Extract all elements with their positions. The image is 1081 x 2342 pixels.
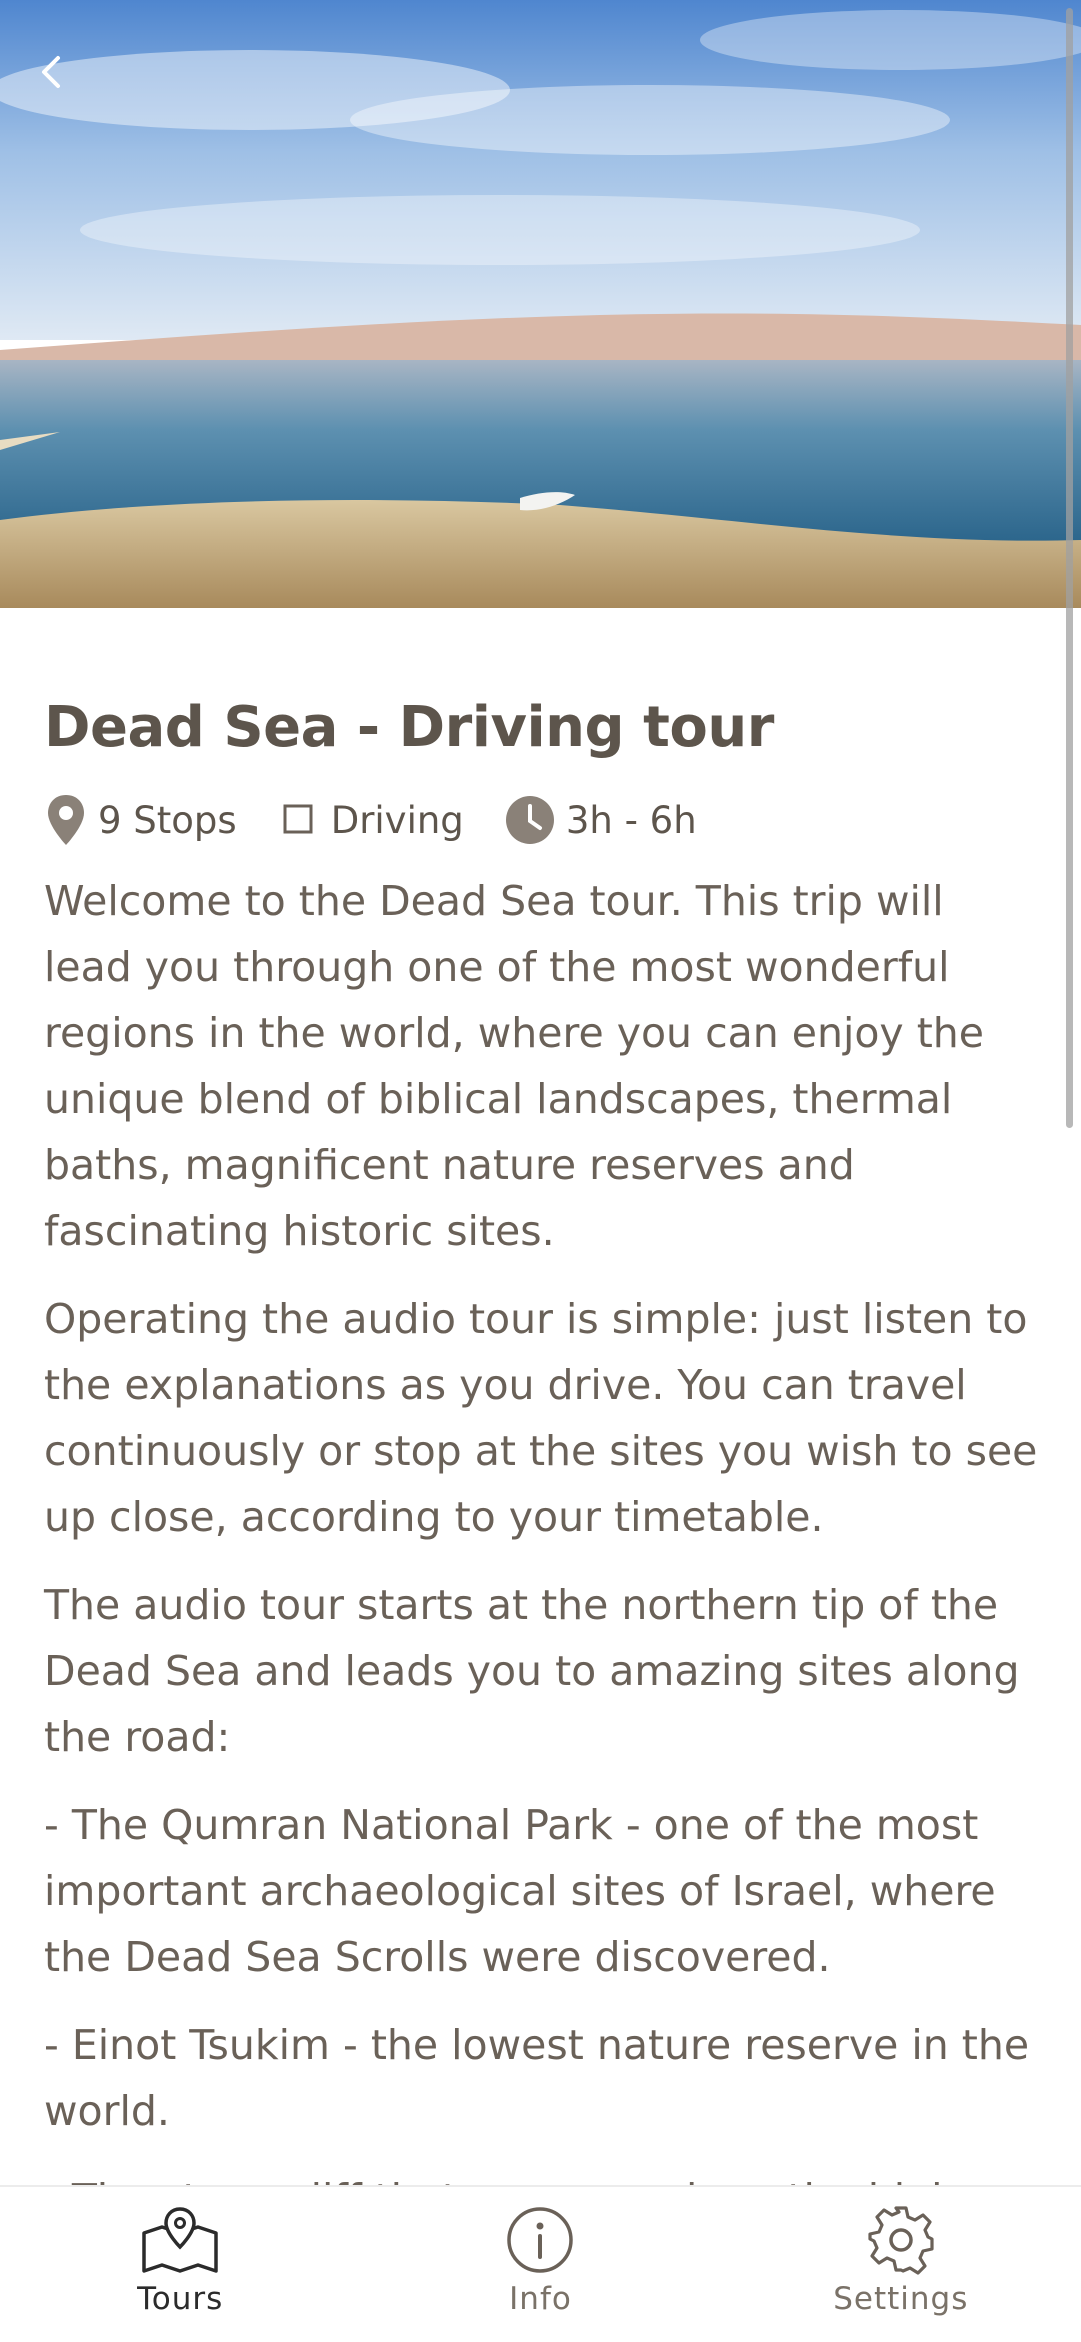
stops-count: 9 Stops [98,798,237,842]
mode-info: Driving [277,798,464,842]
description-paragraph: - Einot Tsukim - the lowest nature reser… [44,2021,1030,2135]
map-pin-icon [142,2207,218,2273]
description-paragraph: Welcome to the Dead Sea tour. This trip … [44,877,985,1255]
travel-mode: Driving [330,798,464,842]
nav-settings-label: Settings [833,2281,969,2317]
description-paragraph: The audio tour starts at the northern ti… [44,1581,1020,1761]
clock-icon [505,796,554,844]
duration-info: 3h - 6h [504,794,697,846]
description-paragraph: - The Qumran National Park - one of the … [44,1801,996,1981]
gear-icon [868,2206,934,2275]
nav-settings[interactable]: Settings [721,2187,1081,2342]
bottom-navigation: Tours Info Settings [0,2185,1081,2342]
tour-title: Dead Sea - Driving tour [44,695,774,760]
nav-tours-label: Tours [137,2281,224,2317]
tour-duration: 3h - 6h [565,798,697,842]
vehicle-icon [283,804,313,834]
scrollbar[interactable] [1066,8,1073,1128]
chevron-left-icon [42,56,60,88]
nav-info-label: Info [509,2281,572,2317]
tour-meta: 9 Stops Driving 3h - 6h [44,790,1044,850]
hero-image [0,0,1081,608]
tour-details: Dead Sea - Driving tour 9 Stops Driving … [44,690,1044,2254]
description-paragraph: Operating the audio tour is simple: just… [44,1295,1038,1541]
back-button[interactable] [28,48,76,96]
location-pin-icon [48,795,84,845]
stops-info: 9 Stops [44,793,237,847]
nav-info[interactable]: Info [360,2187,720,2342]
info-icon [507,2207,574,2273]
nav-tours[interactable]: Tours [0,2187,360,2342]
